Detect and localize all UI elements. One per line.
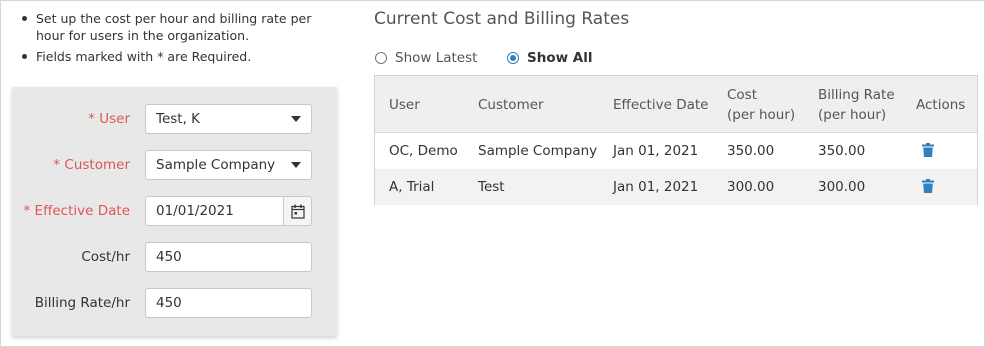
billing-rate-row: Billing Rate/hr 450 (12, 288, 337, 318)
bullet-icon (22, 16, 27, 21)
column-header-user[interactable]: User (389, 76, 420, 133)
cost-row: Cost/hr 450 (12, 242, 337, 272)
instruction-item: Fields marked with * are Required. (20, 48, 340, 65)
user-select-value: Test, K (156, 111, 201, 127)
billing-header-line1: Billing Rate (818, 86, 895, 103)
caret-down-icon (291, 162, 301, 168)
cell-billing-rate: 300.00 (818, 179, 866, 195)
cell-effective-date: Jan 01, 2021 (613, 179, 699, 195)
instructions-list: Set up the cost per hour and billing rat… (20, 10, 340, 69)
calendar-icon (291, 204, 305, 219)
instruction-item: Set up the cost per hour and billing rat… (20, 10, 340, 44)
cell-cost: 350.00 (727, 143, 775, 159)
cost-header-line1: Cost (727, 86, 758, 103)
cell-customer: Test (478, 179, 505, 195)
customer-label: * Customer (53, 157, 130, 173)
customer-select-value: Sample Company (156, 157, 276, 173)
instruction-text: Fields marked with * are Required. (36, 49, 252, 64)
effective-date-value: 01/01/2021 (156, 203, 234, 219)
cost-value: 450 (156, 249, 182, 265)
user-label: * User (88, 111, 130, 127)
rates-title: Current Cost and Billing Rates (374, 9, 630, 29)
cell-customer: Sample Company (478, 143, 598, 159)
cell-effective-date: Jan 01, 2021 (613, 143, 699, 159)
instruction-text: Set up the cost per hour and billing rat… (36, 11, 312, 43)
cost-input[interactable]: 450 (145, 242, 312, 272)
radio-checked-icon (507, 52, 519, 64)
user-select[interactable]: Test, K (145, 104, 312, 134)
effective-date-input[interactable]: 01/01/2021 (145, 196, 284, 226)
effective-date-label: * Effective Date (23, 203, 131, 219)
column-header-cost[interactable]: Cost (per hour) (727, 76, 795, 133)
column-header-customer[interactable]: Customer (478, 76, 544, 133)
cell-user: OC, Demo (389, 143, 458, 159)
customer-select[interactable]: Sample Company (145, 150, 312, 180)
effective-date-row: * Effective Date 01/01/2021 (12, 196, 337, 226)
user-row: * User Test, K (12, 104, 337, 134)
cell-user: A, Trial (389, 179, 435, 195)
show-latest-label: Show Latest (395, 50, 478, 66)
radio-unchecked-icon (375, 52, 387, 64)
table-header: User Customer Effective Date Cost (per ho… (375, 76, 977, 133)
cost-label: Cost/hr (81, 249, 130, 265)
caret-down-icon (291, 116, 301, 122)
rates-table: User Customer Effective Date Cost (per ho… (374, 75, 978, 205)
show-all-label: Show All (527, 50, 593, 66)
billing-rate-input[interactable]: 450 (145, 288, 312, 318)
rate-form-panel: * User Test, K * Customer Sample Company… (12, 87, 337, 336)
customer-row: * Customer Sample Company (12, 150, 337, 180)
billing-rate-label: Billing Rate/hr (34, 295, 130, 311)
trash-icon[interactable] (922, 143, 934, 157)
column-header-billing-rate[interactable]: Billing Rate (per hour) (818, 76, 895, 133)
cell-billing-rate: 350.00 (818, 143, 866, 159)
column-header-effective-date[interactable]: Effective Date (613, 76, 708, 133)
billing-rate-value: 450 (156, 295, 182, 311)
bullet-icon (22, 54, 27, 59)
cost-header-line2: (per hour) (727, 106, 796, 123)
billing-header-line2: (per hour) (818, 106, 887, 123)
cell-cost: 300.00 (727, 179, 775, 195)
trash-icon[interactable] (922, 179, 934, 193)
table-row: OC, Demo Sample Company Jan 01, 2021 350… (375, 133, 977, 169)
calendar-button[interactable] (283, 196, 312, 226)
table-row: A, Trial Test Jan 01, 2021 300.00 300.00 (375, 169, 977, 205)
column-header-actions: Actions (916, 96, 966, 113)
